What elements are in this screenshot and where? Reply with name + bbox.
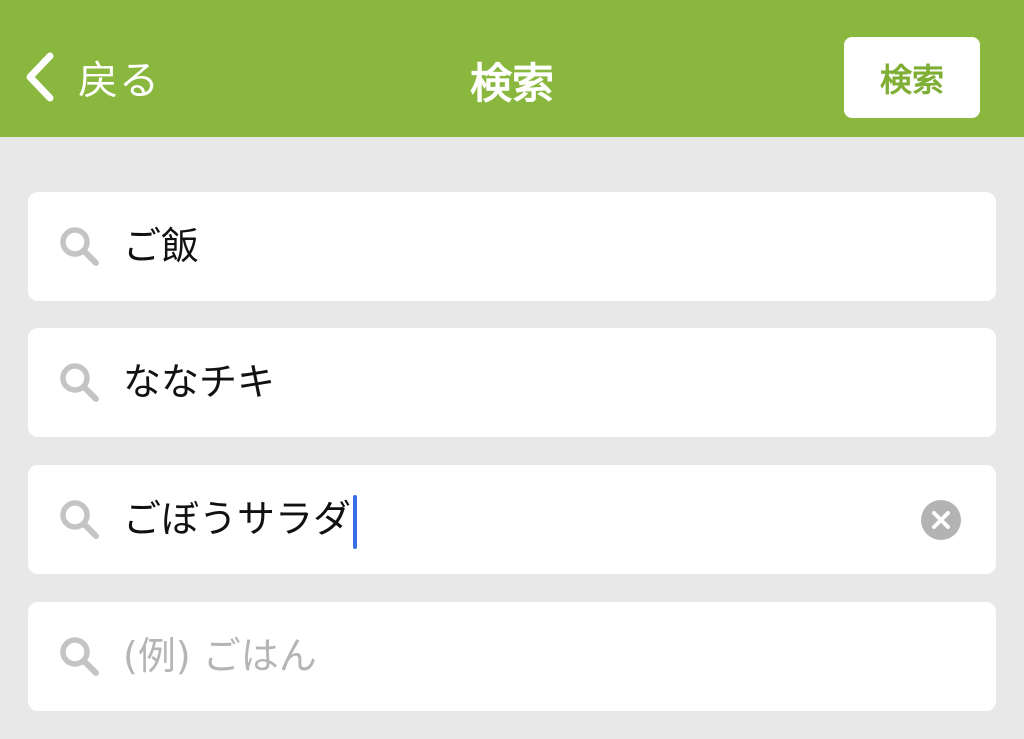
search-field-3[interactable]: ごぼうサラダ [28, 465, 996, 574]
search-icon [60, 227, 99, 266]
search-icon [60, 363, 99, 402]
search-field-input[interactable]: ごぼうサラダ [123, 493, 358, 549]
search-button[interactable]: 検索 [844, 37, 980, 118]
search-field-value[interactable]: ななチキ [123, 356, 275, 408]
back-label: 戻る [78, 58, 160, 104]
search-field-1[interactable]: ご飯 [28, 192, 996, 301]
search-icon [60, 500, 99, 539]
navigation-bar: 戻る 検索 検索 [0, 0, 1024, 137]
text-caret [353, 494, 358, 549]
search-field-placeholder[interactable]: (例) ごはん [123, 630, 317, 682]
back-button[interactable]: 戻る [22, 48, 160, 106]
search-icon [60, 637, 99, 676]
search-field-4[interactable]: (例) ごはん [28, 602, 996, 711]
clear-icon[interactable] [921, 500, 961, 540]
search-field-2[interactable]: ななチキ [28, 328, 996, 437]
search-field-value[interactable]: ご飯 [123, 220, 199, 272]
chevron-left-icon [26, 52, 54, 102]
search-field-value: ごぼうサラダ [123, 497, 352, 541]
